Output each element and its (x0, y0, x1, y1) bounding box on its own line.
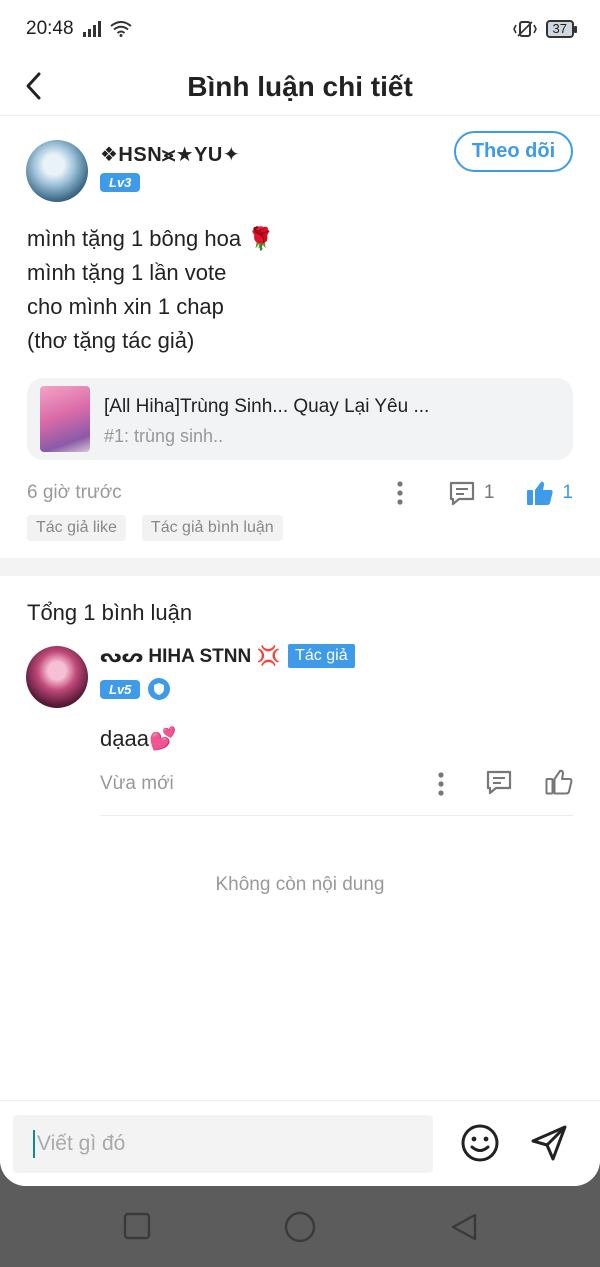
reply-text: dạaa💕 (100, 726, 177, 751)
section-divider (0, 558, 600, 576)
smiley-icon (461, 1124, 499, 1162)
story-cover (40, 386, 90, 452)
avatar[interactable] (26, 646, 88, 708)
story-card[interactable]: [All Hiha]Trùng Sinh... Quay Lại Yêu ...… (27, 378, 573, 460)
vibrate-icon (512, 21, 537, 37)
comment-text: mình tặng 1 bông hoa 🌹 mình tặng 1 lần v… (27, 222, 275, 358)
comment-composer: Viết gì đó (0, 1100, 600, 1186)
verified-shield-icon (148, 678, 171, 700)
reply-count: 1 (483, 482, 495, 503)
top-bar: Bình luận chi tiết (0, 58, 600, 116)
input-placeholder: Viết gì đó (37, 1132, 126, 1155)
more-options-button[interactable] (431, 769, 451, 799)
comment-meta: 6 giờ trước 1 1 (27, 478, 573, 508)
system-navigation-bar (0, 1186, 600, 1267)
tag-author-liked: Tác giả like (27, 515, 126, 541)
comment-detail-screen: 20:48 37 Bình luận chi tiết ❖HSN⪤★YU✦ Lv… (0, 0, 600, 1186)
avatar[interactable] (26, 140, 88, 202)
timestamp: Vừa mới (100, 773, 174, 794)
story-title: [All Hiha]Trùng Sinh... Quay Lại Yêu ... (104, 396, 430, 417)
thumbs-up-icon (545, 769, 573, 795)
comment-line: cho mình xin 1 chap (27, 294, 224, 319)
follow-button[interactable]: Theo dõi (454, 131, 573, 172)
circle-icon (284, 1211, 316, 1243)
level-badge: Lv3 (100, 173, 141, 192)
like-count: 1 (562, 482, 573, 503)
clock: 20:48 (26, 18, 74, 39)
more-options-button[interactable] (390, 478, 410, 508)
more-vertical-icon (438, 772, 444, 796)
comment-line: mình tặng 1 lần vote (27, 260, 227, 285)
home-button[interactable] (284, 1211, 316, 1248)
like-button[interactable] (545, 768, 573, 800)
send-icon (531, 1125, 567, 1161)
story-chapter: #1: trùng sinh.. (104, 426, 224, 446)
status-bar: 20:48 37 (0, 0, 600, 58)
comment-line: (thơ tặng tác giả) (27, 328, 195, 353)
battery-indicator: 37 (545, 20, 578, 38)
username[interactable]: ᔓᔕ HIHA STNN 💢 (100, 644, 280, 668)
comment-icon (486, 770, 512, 794)
comment-icon (449, 481, 474, 506)
end-of-list-text: Không còn nội dung (215, 874, 385, 895)
back-button[interactable] (24, 66, 54, 106)
recents-button[interactable] (123, 1212, 151, 1245)
comment-line: mình tặng 1 bông hoa 🌹 (27, 226, 275, 251)
signal-icon (82, 21, 101, 37)
square-icon (123, 1212, 151, 1240)
send-button[interactable] (529, 1123, 569, 1168)
timestamp: 6 giờ trước (27, 482, 122, 503)
triangle-back-icon (451, 1213, 477, 1241)
author-tags: Tác giả like Tác giả bình luận (27, 515, 283, 541)
system-back-button[interactable] (450, 1212, 478, 1247)
reply-button[interactable]: 1 (448, 480, 495, 506)
more-vertical-icon (397, 481, 403, 505)
chevron-left-icon (26, 72, 41, 100)
reply-button[interactable] (485, 769, 513, 800)
thumbs-up-filled-icon (527, 481, 554, 505)
comment-input[interactable]: Viết gì đó (13, 1115, 433, 1173)
username[interactable]: ❖HSN⪤★YU✦ (100, 142, 240, 167)
reply-meta: Vừa mới (100, 768, 573, 816)
page-title: Bình luận chi tiết (187, 70, 413, 102)
author-badge: Tác giả (288, 644, 355, 668)
emoji-button[interactable] (460, 1123, 500, 1168)
reply-total: Tổng 1 bình luận (27, 600, 193, 625)
wifi-icon (109, 21, 132, 37)
like-button[interactable]: 1 (526, 480, 573, 506)
text-caret (33, 1130, 35, 1158)
tag-author-replied: Tác giả bình luận (141, 515, 283, 541)
level-badge: Lv5 (100, 679, 141, 699)
